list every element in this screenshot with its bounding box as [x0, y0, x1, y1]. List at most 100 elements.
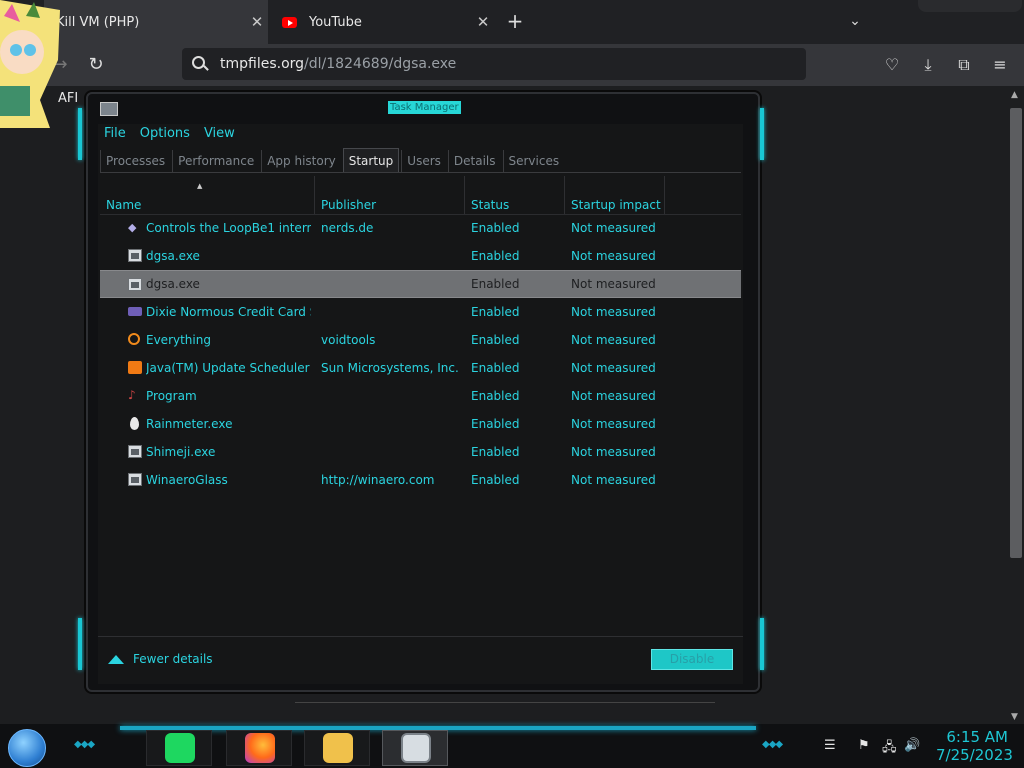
window-controls	[918, 0, 1022, 12]
page-scrollbar[interactable]	[1010, 108, 1022, 558]
cell-impact: Not measured	[571, 417, 656, 431]
cell-impact: Not measured	[571, 249, 656, 263]
taskbar-decoration: ◆◆◆	[762, 739, 783, 750]
cell-publisher	[321, 271, 461, 299]
window-icon	[128, 249, 142, 262]
action-center-flag-icon[interactable]: ⚑	[858, 738, 870, 753]
start-button[interactable]	[8, 729, 46, 767]
startup-row[interactable]: Dixie Normous Credit Card S... Enabled Not…	[100, 298, 741, 326]
desktop-mascot-image	[0, 0, 60, 128]
task-manager-titlebar[interactable]: Task Manager	[88, 94, 758, 122]
startup-row[interactable]: Shimeji.exe Enabled Not measured	[100, 438, 741, 466]
task-manager-window: Task Manager File Options View Processes…	[78, 92, 764, 692]
tab-kill-vm[interactable]: Kill VM (PHP) ✕	[44, 0, 268, 44]
cell-name: dgsa.exe	[146, 277, 200, 291]
reload-icon[interactable]: ↻	[84, 53, 108, 77]
window-icon	[128, 473, 142, 486]
tab-youtube[interactable]: YouTube ✕	[276, 0, 494, 44]
startup-row[interactable]: ◆ Controls the LoopBe1 intern... nerds.de E…	[100, 214, 741, 242]
system-clock[interactable]: 6:15 AM 7/25/2023	[936, 728, 1013, 764]
close-tab-icon[interactable]: ✕	[246, 13, 268, 31]
cell-impact: Not measured	[571, 445, 656, 459]
window-icon	[128, 445, 142, 458]
cell-status: Enabled	[471, 333, 520, 347]
scroll-down-icon[interactable]: ▼	[1011, 712, 1018, 722]
frame-glow-decoration	[760, 618, 764, 670]
frame-glow-decoration	[78, 108, 82, 160]
startup-row[interactable]: dgsa.exe Enabled Not measured	[100, 242, 741, 270]
tab-processes[interactable]: Processes	[100, 150, 170, 172]
download-icon[interactable]: ⤓	[916, 53, 940, 77]
taskbar-app-task-manager[interactable]	[382, 730, 448, 766]
column-header-startup-impact[interactable]: Startup impact	[571, 192, 666, 214]
column-divider[interactable]	[314, 176, 315, 214]
fewer-details-button[interactable]: Fewer details	[108, 652, 213, 666]
firefox-icon	[245, 733, 275, 763]
column-header-status[interactable]: Status	[471, 192, 561, 214]
new-tab-button[interactable]: +	[504, 10, 526, 32]
volume-icon[interactable]: 🔊	[904, 738, 920, 753]
close-tab-icon[interactable]: ✕	[472, 13, 494, 31]
scroll-up-icon[interactable]: ▲	[1011, 90, 1018, 100]
drop-icon	[130, 417, 139, 430]
cell-name: Program	[146, 389, 197, 403]
taskbar-app-notes[interactable]	[146, 730, 212, 766]
menu-file[interactable]: File	[104, 126, 126, 141]
cell-status: Enabled	[471, 473, 520, 487]
loopbe-icon: ◆	[128, 221, 137, 234]
folder-icon	[323, 733, 353, 763]
menu-view[interactable]: View	[204, 126, 235, 141]
pocket-icon[interactable]: ♡	[880, 53, 904, 77]
notes-icon	[165, 733, 195, 763]
cell-publisher	[321, 242, 461, 270]
cell-status: Enabled	[471, 389, 520, 403]
cell-name: dgsa.exe	[146, 249, 200, 263]
menu-icon[interactable]: ≡	[988, 53, 1012, 77]
tab-startup[interactable]: Startup	[342, 148, 400, 172]
fewer-details-label: Fewer details	[133, 652, 213, 666]
column-header-publisher[interactable]: Publisher	[321, 192, 461, 214]
cell-name: Shimeji.exe	[146, 445, 216, 459]
startup-row[interactable]: WinaeroGlass http://winaero.com Enabled Not…	[100, 466, 741, 494]
column-header-name[interactable]: Name	[106, 192, 306, 214]
address-text: tmpfiles.org/dl/1824689/dgsa.exe	[220, 56, 457, 72]
extensions-icon[interactable]: ⧉	[952, 53, 976, 77]
column-divider[interactable]	[464, 176, 465, 214]
sort-ascending-icon: ▲	[197, 182, 203, 190]
tab-performance[interactable]: Performance	[172, 150, 259, 172]
frame-glow-decoration	[760, 108, 764, 160]
menu-options[interactable]: Options	[140, 126, 190, 141]
startup-row[interactable]: ♪ Program Enabled Not measured	[100, 382, 741, 410]
tab-list-chevron-icon[interactable]: ⌄	[844, 10, 866, 32]
show-hidden-icons-icon[interactable]: ☰	[824, 738, 836, 753]
cell-status: Enabled	[471, 445, 520, 459]
window-title: Task Manager	[388, 101, 461, 114]
cell-publisher	[321, 382, 461, 410]
cell-impact: Not measured	[571, 305, 656, 319]
taskbar-decoration: ◆◆◆	[74, 739, 95, 750]
taskbar-app-firefox[interactable]	[226, 730, 292, 766]
credit-card-icon	[128, 307, 142, 316]
startup-row[interactable]: Java(TM) Update Scheduler Sun Microsystem…	[100, 354, 741, 382]
browser-tab-bar: Kill VM (PHP) ✕ YouTube ✕ + ⌄	[0, 0, 1024, 44]
address-bar[interactable]: tmpfiles.org/dl/1824689/dgsa.exe	[182, 48, 806, 80]
tab-users[interactable]: Users	[401, 150, 446, 172]
window-icon	[128, 278, 142, 291]
collapse-arrow-icon	[108, 654, 124, 664]
startup-row[interactable]: Rainmeter.exe Enabled Not measured	[100, 410, 741, 438]
column-divider[interactable]	[664, 176, 665, 214]
cell-status: Enabled	[471, 305, 520, 319]
startup-row[interactable]: Everything voidtools Enabled Not measured	[100, 326, 741, 354]
cell-name: Rainmeter.exe	[146, 417, 233, 431]
cell-publisher: http://winaero.com	[321, 473, 435, 487]
divider	[98, 636, 743, 637]
taskbar-app-file-explorer[interactable]	[304, 730, 370, 766]
tab-app-history[interactable]: App history	[261, 150, 341, 172]
startup-row[interactable]: dgsa.exe Enabled Not measured	[100, 270, 741, 298]
tab-services[interactable]: Services	[502, 150, 565, 172]
disable-button[interactable]: Disable	[651, 649, 733, 670]
network-icon[interactable]: 🖧	[882, 738, 897, 760]
column-divider[interactable]	[564, 176, 565, 214]
cell-publisher	[321, 438, 461, 466]
tab-details[interactable]: Details	[447, 150, 501, 172]
